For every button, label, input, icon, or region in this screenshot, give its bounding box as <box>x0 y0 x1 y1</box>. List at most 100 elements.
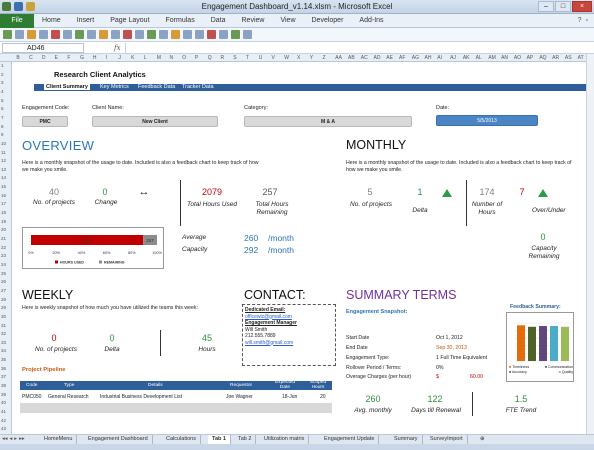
print-icon[interactable] <box>39 30 48 39</box>
tab-utilization-matrix[interactable]: Utilization matrix <box>260 435 310 444</box>
column-header-ak[interactable]: AK <box>463 55 470 61</box>
tab-review[interactable]: Review <box>234 17 273 24</box>
column-header-ao[interactable]: AO <box>514 55 521 61</box>
format-icon[interactable] <box>123 30 132 39</box>
tab-developer[interactable]: Developer <box>304 17 352 24</box>
column-header-v[interactable]: V <box>271 55 274 61</box>
column-header-ar[interactable]: AR <box>552 55 559 61</box>
column-header-ae[interactable]: AE <box>386 55 393 61</box>
tab-insert[interactable]: Insert <box>69 17 103 24</box>
prev-sheet-icon[interactable]: ◂ <box>10 436 13 442</box>
client-name-field[interactable]: New Client <box>92 116 218 127</box>
table-row[interactable]: PMC050 General Research Industrial Busin… <box>20 393 332 401</box>
row-header-18[interactable]: 18 <box>1 210 6 215</box>
column-header-s[interactable]: S <box>233 55 236 61</box>
table-icon[interactable] <box>111 30 120 39</box>
column-header-u[interactable]: U <box>259 55 263 61</box>
row-header-20[interactable]: 20 <box>1 227 6 232</box>
row-header-23[interactable]: 23 <box>1 253 6 258</box>
tab-homemenu[interactable]: HomeMenu <box>40 435 78 444</box>
tab-page-layout[interactable]: Page Layout <box>102 17 157 24</box>
undo-toolbar-icon[interactable] <box>51 30 60 39</box>
row-header-37[interactable]: 37 <box>1 374 6 379</box>
next-sheet-icon[interactable]: ▸ <box>14 436 17 442</box>
worksheet[interactable]: Research Client Analytics Client Summary… <box>12 62 586 434</box>
column-header-n[interactable]: N <box>169 55 173 61</box>
tab-data[interactable]: Data <box>203 17 234 24</box>
chart-icon[interactable] <box>99 30 108 39</box>
row-header-39[interactable]: 39 <box>1 392 6 397</box>
name-box[interactable]: AD46 <box>2 42 84 53</box>
sort-icon[interactable] <box>75 30 84 39</box>
nav-feedback-data[interactable]: Feedback Data <box>138 84 175 90</box>
borders-icon[interactable] <box>135 30 144 39</box>
fx-icon[interactable]: fx <box>114 44 121 52</box>
row-header-6[interactable]: 6 <box>1 106 4 111</box>
feedback-bar-3[interactable] <box>550 326 558 361</box>
row-header-34[interactable]: 34 <box>1 348 6 353</box>
redo-icon[interactable] <box>63 30 72 39</box>
row-header-13[interactable]: 13 <box>1 167 6 172</box>
row-header-24[interactable]: 24 <box>1 262 6 267</box>
row-header-38[interactable]: 38 <box>1 383 6 388</box>
column-header-y[interactable]: Y <box>310 55 313 61</box>
column-header-ap[interactable]: AP <box>527 55 534 61</box>
feedback-bar-4[interactable] <box>561 326 569 361</box>
column-header-ag[interactable]: AG <box>412 55 419 61</box>
row-header-40[interactable]: 40 <box>1 400 6 405</box>
folder-icon[interactable] <box>27 30 36 39</box>
column-header-aq[interactable]: AQ <box>539 55 546 61</box>
maximize-button[interactable]: □ <box>555 1 571 12</box>
tab-formulas[interactable]: Formulas <box>158 17 203 24</box>
col-code[interactable]: Code <box>26 383 37 388</box>
row-header-8[interactable]: 8 <box>1 124 4 129</box>
row-header-31[interactable]: 31 <box>1 323 6 328</box>
tab-engagement-dashboard[interactable]: Engagement Dashboard <box>84 435 153 444</box>
row-header-27[interactable]: 27 <box>1 288 6 293</box>
delete-icon[interactable] <box>207 30 216 39</box>
fill-color-icon[interactable] <box>147 30 156 39</box>
column-header-i[interactable]: I <box>106 55 107 61</box>
wrap-icon[interactable] <box>183 30 192 39</box>
hours-chart[interactable]: 89% 257 0% 20% 40% 60% 80% 100% HOURS USED REMAIN… <box>22 227 164 269</box>
column-header-as[interactable]: AS <box>565 55 572 61</box>
row-header-15[interactable]: 15 <box>1 184 6 189</box>
column-header-p[interactable]: P <box>195 55 198 61</box>
tab-file[interactable]: File <box>0 13 34 28</box>
row-header-14[interactable]: 14 <box>1 175 6 180</box>
column-header-aj[interactable]: AJ <box>450 55 456 61</box>
row-header-11[interactable]: 11 <box>1 150 6 155</box>
tab-surveyimport[interactable]: SurveyImport <box>426 435 468 444</box>
column-header-am[interactable]: AM <box>488 55 496 61</box>
row-header-35[interactable]: 35 <box>1 357 6 362</box>
row-header-2[interactable]: 2 <box>1 72 4 77</box>
column-header-b[interactable]: B <box>16 55 19 61</box>
merge-icon[interactable] <box>171 30 180 39</box>
tab-add-ins[interactable]: Add-Ins <box>351 17 391 24</box>
row-header-19[interactable]: 19 <box>1 219 6 224</box>
column-header-x[interactable]: X <box>297 55 300 61</box>
feedback-bar-2[interactable] <box>539 326 547 361</box>
column-header-o[interactable]: O <box>182 55 186 61</box>
column-header-at[interactable]: AT <box>578 55 584 61</box>
column-header-h[interactable]: H <box>93 55 97 61</box>
column-header-g[interactable]: G <box>80 55 84 61</box>
formula-input[interactable] <box>124 42 594 53</box>
col-type[interactable]: Type <box>64 383 74 388</box>
tab-home[interactable]: Home <box>34 17 69 24</box>
close-button[interactable]: × <box>572 1 592 12</box>
column-header-w[interactable]: W <box>284 55 289 61</box>
row-header-33[interactable]: 33 <box>1 340 6 345</box>
col-requestor[interactable]: Requestor <box>230 383 252 388</box>
row-header-1[interactable]: 1 <box>1 63 4 68</box>
tab-tab-2[interactable]: Tab 2 <box>234 435 257 444</box>
column-header-ai[interactable]: AI <box>437 55 442 61</box>
column-header-f[interactable]: F <box>67 55 70 61</box>
feedback-bar-0[interactable] <box>517 325 525 361</box>
column-header-ah[interactable]: AH <box>425 55 432 61</box>
feedback-chart[interactable]: ■ Timeliness ■ Communication ■ Accuracy … <box>506 312 574 382</box>
row-header-17[interactable]: 17 <box>1 201 6 206</box>
row-header-43[interactable]: 43 <box>1 426 6 431</box>
col-scoped-hours[interactable]: Scoped Hours <box>304 380 332 390</box>
column-header-z[interactable]: Z <box>323 55 326 61</box>
